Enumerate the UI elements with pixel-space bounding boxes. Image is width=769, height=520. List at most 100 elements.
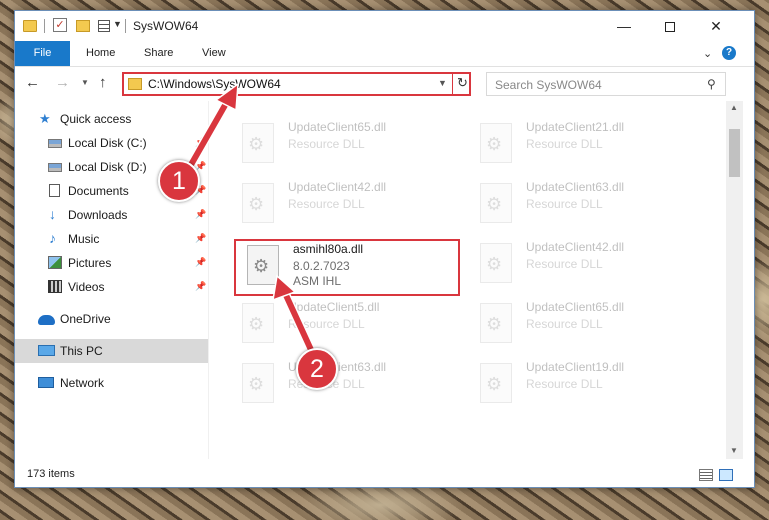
highlight-box <box>234 239 460 296</box>
expand-ribbon-chevron-icon[interactable]: ⌄ <box>703 47 712 60</box>
new-folder-icon[interactable] <box>76 20 90 32</box>
file-tile[interactable]: ⚙ UpdateClient65.dll Resource DLL <box>234 119 454 171</box>
file-tile[interactable]: ⚙ UpdateClient21.dll Resource DLL <box>472 119 692 171</box>
maximize-icon <box>665 22 675 33</box>
address-bar[interactable]: C:\Windows\SysWOW64 ▼ ↻ <box>122 72 471 96</box>
refresh-icon[interactable]: ↻ <box>457 75 468 91</box>
file-list: ⚙ UpdateClient65.dll Resource DLL ⚙ Upda… <box>209 101 725 459</box>
help-icon[interactable]: ? <box>722 46 736 60</box>
navigation-bar: ← → ▼ ↑ C:\Windows\SysWOW64 ▼ ↻ Search S… <box>15 68 754 100</box>
dll-file-icon: ⚙ <box>242 303 274 343</box>
tab-file[interactable]: File <box>15 41 70 66</box>
scroll-down-icon[interactable]: ▼ <box>730 446 738 455</box>
file-description: Resource DLL <box>288 317 365 331</box>
nav-item-label: Downloads <box>68 208 128 222</box>
nav-item-label: OneDrive <box>60 312 111 326</box>
scroll-thumb[interactable] <box>729 129 740 177</box>
maximize-button[interactable] <box>647 11 693 41</box>
close-button[interactable]: ✕ <box>693 11 739 41</box>
search-box[interactable]: Search SysWOW64 ⚲ <box>486 72 726 96</box>
nav-item-onedrive[interactable]: OneDrive <box>15 307 208 331</box>
tab-home[interactable]: Home <box>76 41 125 66</box>
nav-item-local-disk-c[interactable]: Local Disk (C:) 📌 <box>15 131 208 155</box>
forward-arrow-icon[interactable]: → <box>55 74 70 91</box>
nav-item-network[interactable]: Network <box>15 371 208 395</box>
file-description: Resource DLL <box>288 137 365 151</box>
search-icon[interactable]: ⚲ <box>707 77 716 91</box>
file-tile[interactable]: ⚙ UpdateClient63.dll Resource DLL <box>234 359 454 411</box>
tiles-view-icon[interactable] <box>719 469 733 481</box>
minimize-button[interactable]: — <box>601 11 647 41</box>
nav-item-label: Local Disk (C:) <box>68 136 147 150</box>
star-icon: ★ <box>39 111 51 126</box>
file-tile[interactable]: ⚙ UpdateClient63.dll Resource DLL <box>472 179 692 231</box>
nav-item-label: Local Disk (D:) <box>68 160 147 174</box>
dll-file-icon: ⚙ <box>480 123 512 163</box>
nav-item-videos[interactable]: Videos 📌 <box>15 275 208 299</box>
up-arrow-icon[interactable]: ↑ <box>99 74 107 91</box>
gear-icon: ⚙ <box>248 374 265 394</box>
customize-toolbar-chevron-icon[interactable]: ▼ <box>113 19 122 35</box>
file-description: Resource DLL <box>288 197 365 211</box>
file-name: UpdateClient19.dll <box>526 360 625 374</box>
pin-icon[interactable]: 📌 <box>195 233 206 244</box>
search-input[interactable]: Search SysWOW64 <box>495 78 602 92</box>
file-name: UpdateClient63.dll <box>526 180 625 194</box>
nav-item-label: Pictures <box>68 256 112 270</box>
back-arrow-icon[interactable]: ← <box>25 74 40 91</box>
file-description: Resource DLL <box>526 377 603 391</box>
file-tile[interactable]: ⚙ UpdateClient42.dll Resource DLL <box>472 239 692 291</box>
nav-item-label: Videos <box>68 280 105 294</box>
file-name: UpdateClient5.dll <box>288 300 380 314</box>
file-tile[interactable]: ⚙ UpdateClient42.dll Resource DLL <box>234 179 454 231</box>
pin-icon[interactable]: 📌 <box>195 137 206 148</box>
gear-icon: ⚙ <box>486 374 503 394</box>
file-explorer-window: ✓ ▼ SysWOW64 — ✕ File Home Share View ⌄ … <box>14 10 755 488</box>
tab-view[interactable]: View <box>192 41 236 66</box>
dll-file-icon: ⚙ <box>242 123 274 163</box>
file-description: Resource DLL <box>526 197 603 211</box>
file-description: Resource DLL <box>526 317 603 331</box>
vertical-scrollbar[interactable]: ▲ ▼ <box>726 101 743 459</box>
scroll-up-icon[interactable]: ▲ <box>730 103 738 112</box>
nav-item-this-pc[interactable]: This PC <box>15 339 208 363</box>
nav-item-downloads[interactable]: ↓ Downloads 📌 <box>15 203 208 227</box>
nav-item-music[interactable]: ♪ Music 📌 <box>15 227 208 251</box>
folder-icon <box>23 20 37 32</box>
address-history-chevron-icon[interactable]: ▼ <box>438 78 447 88</box>
drive-icon <box>48 139 62 148</box>
onedrive-icon <box>38 315 55 325</box>
file-tile[interactable]: ⚙ UpdateClient65.dll Resource DLL <box>472 299 692 351</box>
pin-icon[interactable]: 📌 <box>195 281 206 292</box>
details-view-icon[interactable] <box>699 469 713 481</box>
file-tile[interactable]: ⚙ UpdateClient19.dll Resource DLL <box>472 359 692 411</box>
file-name: UpdateClient65.dll <box>288 120 387 134</box>
file-description: Resource DLL <box>526 257 603 271</box>
gear-icon: ⚙ <box>248 314 265 334</box>
file-tile[interactable]: ⚙ UpdateClient5.dll Resource DLL <box>234 299 454 351</box>
documents-icon <box>49 184 60 197</box>
annotation-step-2: 2 <box>296 348 338 390</box>
nav-item-pictures[interactable]: Pictures 📌 <box>15 251 208 275</box>
tab-share[interactable]: Share <box>134 41 183 66</box>
dll-file-icon: ⚙ <box>480 303 512 343</box>
file-description: Resource DLL <box>526 137 603 151</box>
properties-icon[interactable] <box>98 20 110 32</box>
address-path[interactable]: C:\Windows\SysWOW64 <box>148 77 281 91</box>
title-bar: ✓ ▼ SysWOW64 — ✕ <box>15 11 754 41</box>
recent-locations-chevron-icon[interactable]: ▼ <box>81 78 89 87</box>
drive-icon <box>48 163 62 172</box>
gear-icon: ⚙ <box>486 254 503 274</box>
nav-item-quick-access[interactable]: ★ Quick access <box>15 107 208 131</box>
dll-file-icon: ⚙ <box>242 363 274 403</box>
address-divider <box>452 74 453 94</box>
nav-item-label: Documents <box>68 184 129 198</box>
nav-item-label: This PC <box>60 344 103 358</box>
item-count: 173 items <box>27 468 75 480</box>
gear-icon: ⚙ <box>486 194 503 214</box>
properties-check-icon[interactable]: ✓ <box>53 18 67 32</box>
pin-icon[interactable]: 📌 <box>195 209 206 220</box>
pin-icon[interactable]: 📌 <box>195 257 206 268</box>
toolbar-divider <box>44 19 45 33</box>
network-icon <box>38 377 54 388</box>
